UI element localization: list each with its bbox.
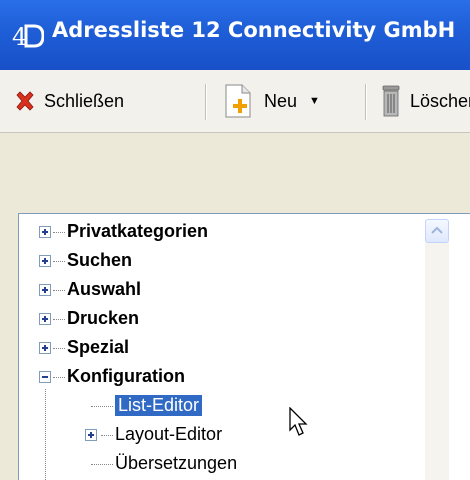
delete-button-label: Löschen [410,90,470,111]
tree-item-list-editor[interactable]: List-Editor [19,391,419,420]
toolbar: Schließen Neu ▼ Löschen [0,70,470,133]
tree-item-uebersetzungen[interactable]: Übersetzungen [19,449,419,478]
tree-item-suchen[interactable]: Suchen [19,246,419,275]
tree-item-label: Layout-Editor [115,424,223,444]
close-button[interactable]: Schließen [14,70,124,132]
tree-item-label: Auswahl [67,279,142,299]
tree-item-layout-editor[interactable]: Layout-Editor [19,420,419,449]
tree-item-label: Suchen [67,250,133,270]
title-bar: 4 Adressliste 12 Connectivity GmbH [0,0,470,70]
new-dropdown-arrow[interactable]: ▼ [309,95,320,107]
tree-item-label: Privatkategorien [67,221,209,241]
toolbar-separator [205,84,206,120]
expand-plus-icon[interactable] [85,429,97,441]
vertical-scrollbar[interactable] [425,242,449,480]
expand-plus-icon[interactable] [39,342,51,354]
expand-plus-icon[interactable] [39,255,51,267]
expand-plus-icon[interactable] [39,284,51,296]
mouse-cursor-icon [289,407,308,436]
toolbar-separator [365,84,366,120]
tree-item-privatkategorien[interactable]: Privatkategorien [19,217,419,246]
trash-icon [382,85,400,117]
new-document-icon [225,84,251,118]
4d-logo-icon: 4 [12,23,44,50]
tree-item-label: Drucken [67,308,140,328]
collapse-minus-icon[interactable] [39,371,51,383]
tree-item-label: Konfiguration [67,366,185,386]
tree-item-konfiguration[interactable]: Konfiguration [19,362,419,391]
tree-item-spezial[interactable]: Spezial [19,333,419,362]
new-button[interactable]: Neu ▼ [222,70,320,132]
close-icon [16,91,34,111]
tree-item-label: Spezial [67,337,130,357]
new-button-label: Neu [264,90,298,111]
expand-plus-icon[interactable] [39,313,51,325]
chevron-up-icon [431,226,443,234]
background-area [0,133,470,213]
tree-item-label: List-Editor [113,394,204,417]
delete-button[interactable]: Löschen [380,70,470,132]
navigation-tree: Privatkategorien Suchen Auswahl Drucken … [18,213,470,480]
scroll-up-button[interactable] [425,219,449,243]
expand-plus-icon[interactable] [39,226,51,238]
tree-item-label: Übersetzungen [115,453,238,473]
tree-item-auswahl[interactable]: Auswahl [19,275,419,304]
window-title: Adressliste 12 Connectivity GmbH [52,18,456,42]
close-button-label: Schließen [44,90,125,111]
tree-item-drucken[interactable]: Drucken [19,304,419,333]
